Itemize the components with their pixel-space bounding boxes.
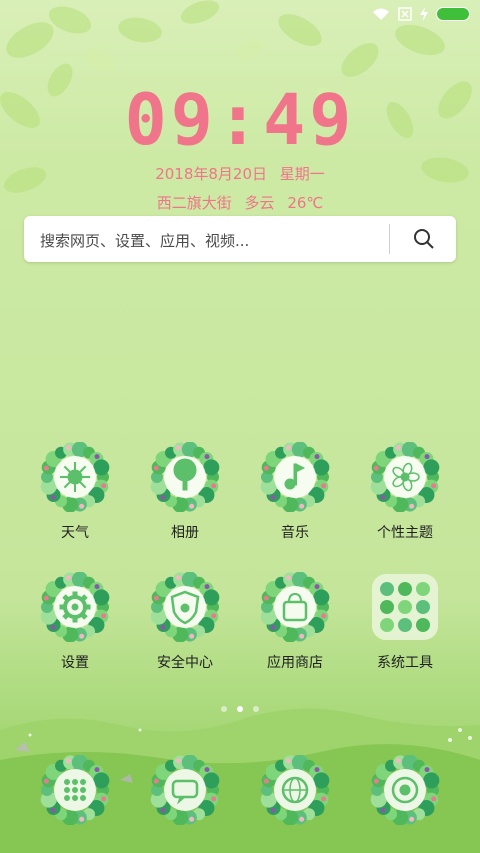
sim-card-icon [398, 7, 412, 21]
date-line[interactable]: 2018年8月20日 星期一 [0, 163, 480, 184]
app-store[interactable]: 应用商店 [240, 572, 350, 682]
app-gallery[interactable]: 相册 [130, 442, 240, 552]
search-bar[interactable]: 搜索网页、设置、应用、视频... [24, 216, 456, 262]
dock [0, 755, 480, 835]
page-dot-active [237, 706, 243, 712]
weather-line[interactable]: 西二旗大街 多云 26℃ [0, 192, 480, 213]
app-system-tools[interactable]: 系统工具 [350, 572, 460, 682]
weather-text: 多云 [244, 194, 275, 212]
status-bar [0, 0, 480, 28]
app-themes[interactable]: 个性主题 [350, 442, 460, 552]
app-label: 音乐 [281, 525, 309, 541]
messages-icon [150, 755, 220, 825]
search-icon[interactable] [412, 227, 436, 251]
app-music[interactable]: 音乐 [240, 442, 350, 552]
app-label: 天气 [61, 525, 89, 541]
app-weather[interactable]: 天气 [20, 442, 130, 552]
weekday-text: 星期一 [279, 165, 325, 183]
search-input[interactable]: 搜索网页、设置、应用、视频... [40, 230, 249, 251]
folder-grid-icon [372, 574, 438, 640]
dock-camera[interactable] [350, 755, 460, 835]
app-label: 系统工具 [377, 655, 433, 671]
clock-time[interactable]: 09:49 [0, 80, 480, 160]
dialer-icon [40, 755, 110, 825]
app-label: 个性主题 [377, 525, 433, 541]
app-label: 应用商店 [267, 655, 323, 671]
page-indicator [0, 706, 480, 712]
location-text: 西二旗大街 [156, 194, 232, 212]
app-settings[interactable]: 设置 [20, 572, 130, 682]
date-text: 2018年8月20日 [155, 165, 267, 183]
dock-messages[interactable] [130, 755, 240, 835]
camera-icon [370, 755, 440, 825]
page-dot [221, 706, 227, 712]
app-label: 设置 [61, 655, 89, 671]
battery-icon [436, 7, 470, 21]
page-dot [253, 706, 259, 712]
music-icon [260, 442, 330, 512]
temperature-text: 26℃ [287, 194, 324, 212]
charging-icon [420, 7, 428, 21]
gear-icon [40, 572, 110, 642]
wifi-icon [373, 8, 389, 20]
dock-dialer[interactable] [20, 755, 130, 835]
shield-icon [150, 572, 220, 642]
search-divider [389, 224, 390, 254]
app-security[interactable]: 安全中心 [130, 572, 240, 682]
tree-icon [150, 442, 220, 512]
dock-browser[interactable] [240, 755, 350, 835]
app-label: 安全中心 [157, 655, 213, 671]
bag-icon [260, 572, 330, 642]
browser-icon [260, 755, 330, 825]
flower-icon [370, 442, 440, 512]
sun-icon [40, 442, 110, 512]
app-label: 相册 [171, 525, 199, 541]
